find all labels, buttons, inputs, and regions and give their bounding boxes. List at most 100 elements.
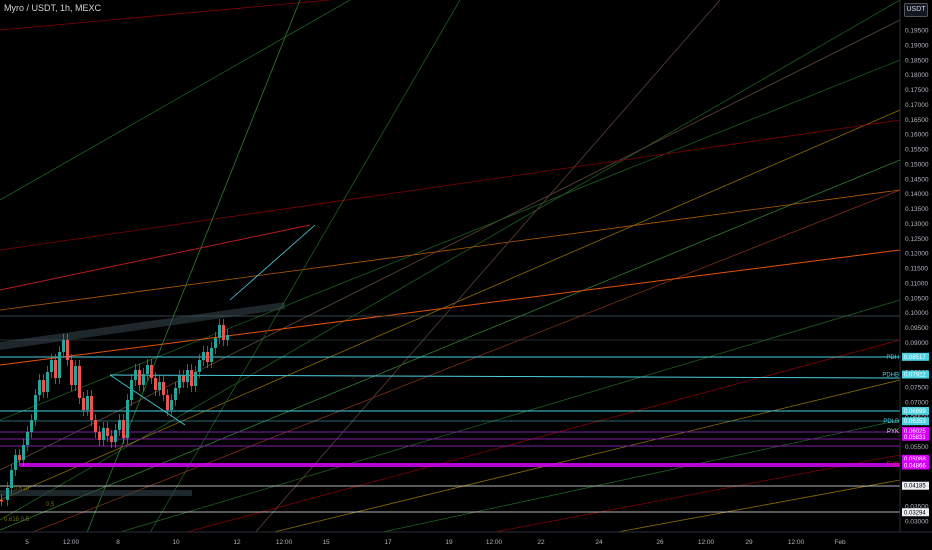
candle-body [66,340,69,360]
price-tag: 0.05831 [902,432,929,441]
price-axis[interactable]: 0.19500 0.19000 0.18500 0.18000 0.17500 0.170… [882,0,932,532]
time-axis[interactable]: 5 12:00 8 10 12 12:00 15 17 19 12:00 22 24 26 12:00 29… [0,531,932,550]
price-tick-label: 0.19000 [905,42,929,49]
trend-lines [0,0,901,550]
time-tick-label: 26 [656,539,664,546]
price-tick-label: 0.18000 [905,72,929,79]
candle-body [114,430,117,442]
time-tick-label: 15 [322,539,330,546]
candle-body [154,378,157,390]
candle-body [170,400,173,410]
price-tick-label: 0.16000 [905,132,929,139]
price-tag-value: 0.07922 [904,373,926,379]
price-tag-label: PDH [886,355,899,361]
candle-body [22,445,25,460]
candle-body [38,380,41,395]
price-tag: 0.08517 PDH [886,352,929,361]
price-tick-label: 0.07500 [905,385,929,392]
candle-body [34,395,37,420]
price-tag: 0.03294 [902,508,929,517]
candle-body [94,420,97,432]
fib-label: 0.5 [46,502,55,508]
candle-body [202,352,205,360]
price-tag: 0.06353 PDLB [883,417,929,426]
time-tick-label: 29 [745,539,753,546]
price-tag-value: 0.06353 [904,419,926,425]
candle-body [206,352,209,362]
chart-canvas[interactable]: 0.618 0.5 0.618 0.5 0.19500 0.19000 0.1850… [0,0,932,550]
price-tag: 0.04185 [902,481,929,490]
price-tag-label: FVG [887,462,900,468]
price-tag-value: 0.08517 [904,355,926,361]
candle-body [226,335,229,340]
candle-body [106,428,109,436]
price-tick-label: 0.13500 [905,206,929,213]
price-tick-label: 0.03000 [905,519,929,526]
time-tick-label: 19 [445,539,453,546]
candle-body [110,436,113,442]
price-tick-label: 0.14000 [905,191,929,198]
price-tick-label: 0.13000 [905,221,929,228]
time-tick-label: 10 [172,539,180,546]
candle-body [18,455,21,460]
fib-label: 0.618 [14,486,30,492]
candle-body [58,352,61,378]
price-tag-value: 0.03294 [904,510,926,516]
time-tick-label: 5 [25,539,29,546]
candle-body [146,365,149,374]
price-tick-label: 0.16500 [905,117,929,124]
candle-body [26,432,29,445]
candle-body [218,325,221,338]
price-tag-label: PDLB [883,419,899,425]
price-tick-label: 0.11000 [905,280,928,287]
candle-body [158,382,161,390]
price-tick-label: 0.10000 [905,310,929,317]
candle-body [98,432,101,440]
price-tick-label: 0.05500 [905,444,929,451]
time-tick-label: 12:00 [698,539,715,546]
time-tick-label: 12 [233,539,241,546]
price-tag: 0.06699 [902,406,929,415]
candle-body [82,398,85,410]
candle-body [150,365,153,378]
time-tick-label: 8 [116,539,120,546]
price-tag: 0.04866 [902,461,929,470]
price-tag-value: 0.04185 [904,484,926,490]
price-tick-label: 0.11500 [905,266,928,273]
price-tag-value: 0.04866 [904,463,926,469]
price-tag-value: 0.05831 [904,435,926,441]
candle-body [142,374,145,385]
currency-button[interactable]: USDT [904,3,928,17]
candle-body [186,370,189,382]
candle-body [78,366,81,398]
price-tick-label: 0.12000 [905,251,929,258]
price-tick-label: 0.09000 [905,340,929,347]
candle-body [6,488,9,500]
fib-label: 0.618 0.5 [4,517,30,523]
price-tag: 0.07922 PDHB [882,370,929,379]
candle-body [138,370,141,385]
candle-body [194,372,197,386]
candle-body [134,370,137,380]
candle-body [174,388,177,400]
candle-body [14,455,17,470]
time-tick-label: Feb [834,539,846,546]
candle-body [10,470,13,488]
price-tick-label: 0.17000 [905,102,929,109]
candle-body [90,396,93,420]
candle-body [126,400,129,438]
time-tick-label: 12:00 [63,539,80,546]
candle-body [54,360,57,378]
candle-body [50,360,53,372]
candle-body [166,395,169,410]
price-tick-label: 0.15500 [905,147,929,154]
candle-body [62,340,65,352]
price-tick-label: 0.14500 [905,176,929,183]
price-tag-value: 0.06699 [904,409,926,415]
candle-body [0,500,3,502]
time-tick-label: 12:00 [486,539,503,546]
price-tag-label: PDHB [882,373,899,379]
time-tick-label: 12:00 [788,539,805,546]
candle-body [182,376,185,382]
candle-body [210,348,213,362]
